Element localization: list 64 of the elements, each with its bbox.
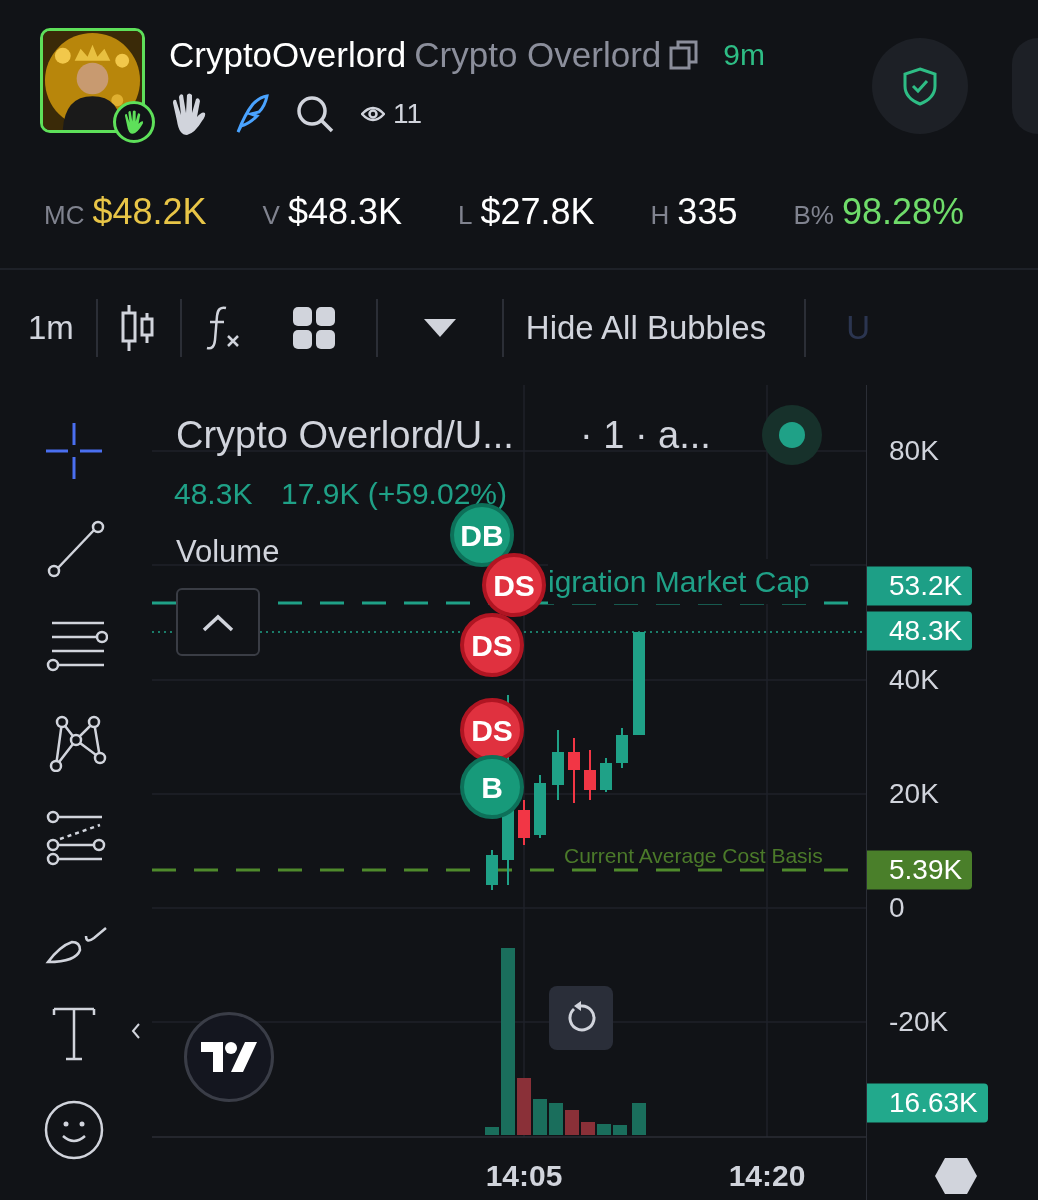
axis-label: -20K [889,1008,949,1036]
stat-value: $48.2K [92,190,207,234]
line-label: Current Average Cost Basis [564,843,823,869]
trade-bubble[interactable]: DS [482,553,546,617]
volume-bar [517,1078,531,1135]
price-tag: 48.3K [867,611,973,651]
candle [486,849,498,891]
token-full-name: Crypto Overlord [414,37,662,72]
candle [552,729,564,801]
grid-icon[interactable] [291,305,336,350]
candle [518,799,530,846]
axis-label: 80K [889,437,939,465]
chart-symbol: Crypto Overlord/U... [176,413,514,458]
candle [600,757,612,793]
token-age: 9m [723,37,765,73]
volume-bar [613,1125,627,1135]
volume-bar [485,1127,499,1135]
axis-label: 20K [889,780,939,808]
candle [616,727,628,769]
axis-label: 40K [889,666,939,694]
chart-interval: · 1 · a... [580,413,711,458]
stat-label: H [650,199,670,232]
candle [534,774,546,839]
copy-icon[interactable] [669,38,700,71]
candle [584,749,596,801]
collapse-button[interactable] [176,588,260,656]
volume-label: Volume [176,533,280,571]
stat-label: V [262,199,280,232]
feather-icon[interactable] [235,94,269,134]
stat-value: 98.28% [841,190,964,234]
view-count: 11 [393,97,423,131]
eye-icon [361,105,385,123]
search-icon[interactable] [295,94,335,134]
time-label: 14:05 [485,1158,563,1194]
last-price: 48.3K [174,476,253,512]
line-label: igration Market Cap [548,559,810,604]
volume-bar [533,1099,547,1135]
price-tag: 16.63K [867,1083,988,1123]
stat-value: $48.3K [287,190,402,234]
interval-button[interactable]: 1m [28,302,74,353]
volume-bar [549,1103,563,1135]
caret-icon[interactable] [423,318,456,337]
price-tag: 53.2K [867,566,973,606]
token-name: CryptoOverlord [169,37,407,72]
chevron-up-icon [201,612,235,633]
axis-label: 0 [889,894,905,922]
price-tag: 5.39K [867,850,973,890]
candle [568,737,580,804]
hexagon-icon[interactable] [935,1158,977,1194]
stat-label: MC [44,199,85,232]
stat-value: 335 [677,190,738,234]
volume-bar [565,1110,579,1135]
hide-bubbles-button[interactable]: Hide All Bubbles [525,302,767,353]
stat-label: L [458,199,473,232]
reset-button[interactable] [549,986,613,1050]
stat-value: $27.8K [480,190,595,234]
shield-icon [902,66,938,106]
trade-bubble[interactable]: DS [460,613,524,677]
volume-bar [597,1124,611,1135]
stat-label: B% [793,199,834,232]
volume-bar [632,1103,646,1135]
time-label: 14:20 [728,1158,806,1194]
trade-bubble[interactable]: B [460,755,524,819]
volume-bar [581,1122,595,1135]
